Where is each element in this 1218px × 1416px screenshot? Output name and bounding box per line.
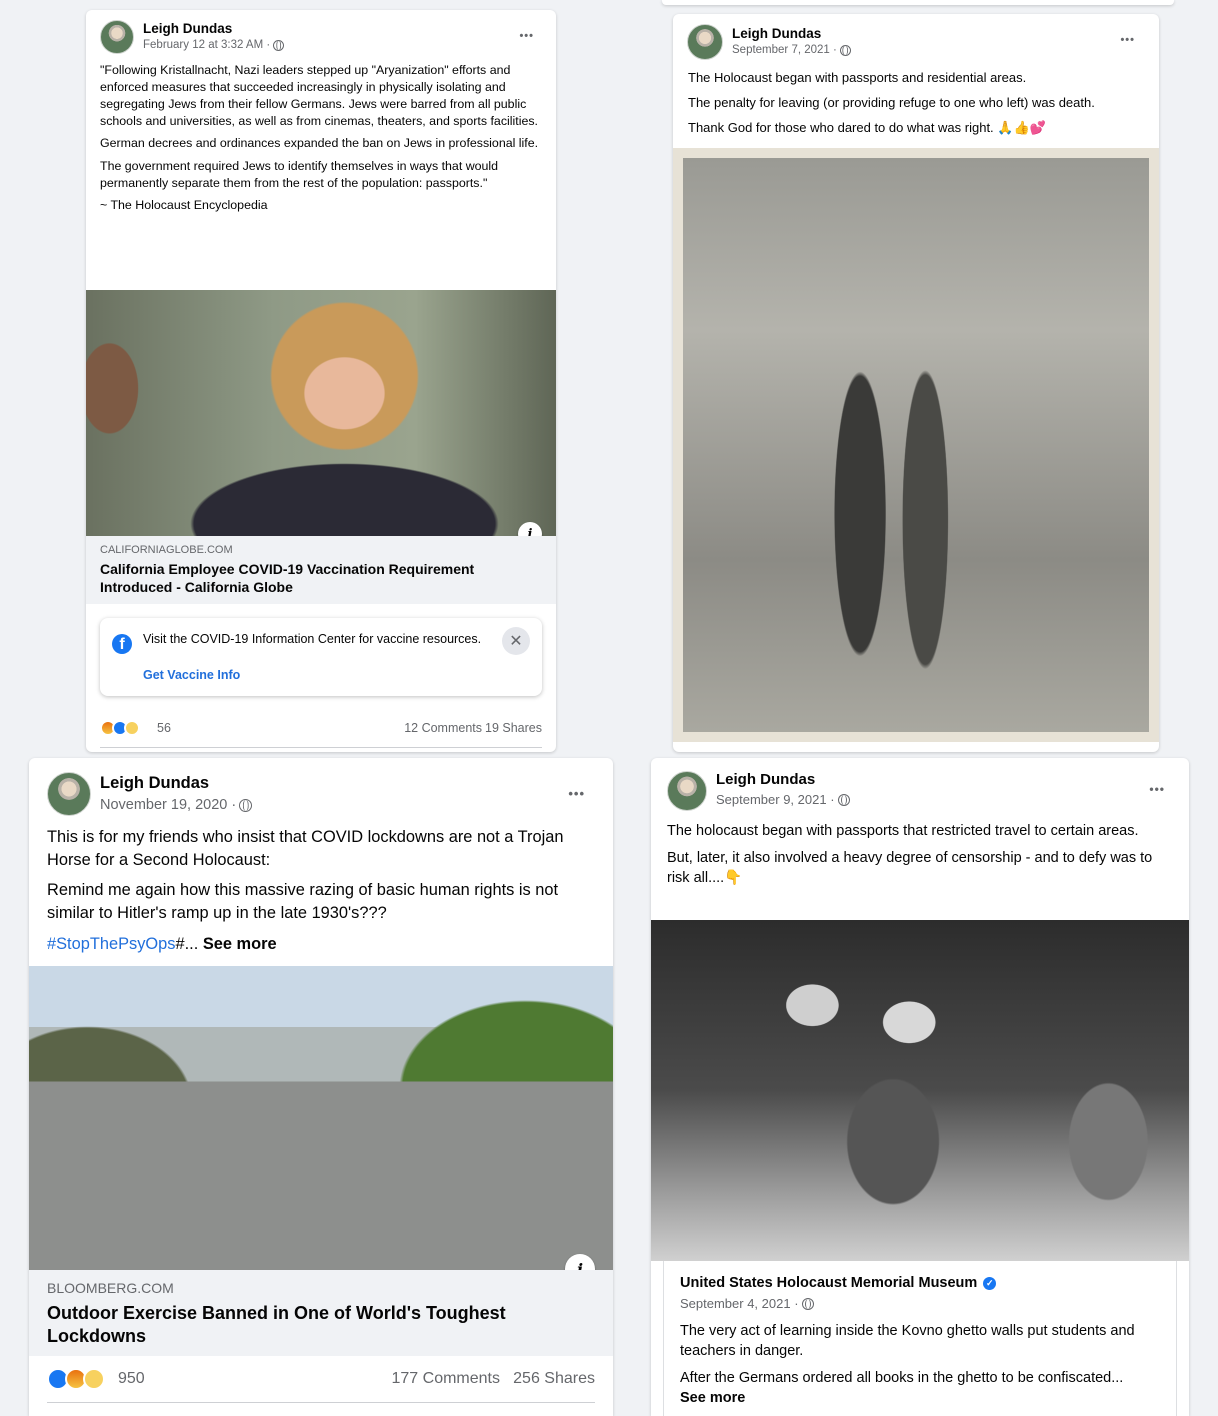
author-avatar[interactable] xyxy=(100,20,134,54)
facebook-logo-icon: f xyxy=(112,634,132,654)
hashtag-tail: #... xyxy=(175,934,199,953)
post-header: Leigh Dundas September 9, 2021 · ••• xyxy=(651,758,1189,811)
link-preview[interactable]: CALIFORNIAGLOBE.COM California Employee … xyxy=(86,536,556,604)
globe-icon xyxy=(273,39,285,51)
more-options-icon[interactable]: ••• xyxy=(1149,782,1165,796)
shares-count[interactable]: 19 Shares xyxy=(485,721,542,735)
close-icon[interactable]: ✕ xyxy=(502,627,530,655)
shared-post-paragraph-line: After the Germans ordered all books in t… xyxy=(680,1368,1150,1408)
post-card-3: Leigh Dundas November 19, 2020 · ••• Thi… xyxy=(29,758,613,1416)
reactions-bar: 56 12 Comments 19 Shares xyxy=(100,718,542,738)
post-paragraph: ~ The Holocaust Encyclopedia xyxy=(100,197,268,212)
verified-badge-icon: ✓ xyxy=(983,1276,997,1290)
post-card-1: Leigh Dundas February 12 at 3:32 AM · ••… xyxy=(86,10,556,752)
post-text: "Following Kristallnacht, Nazi leaders s… xyxy=(86,54,556,214)
globe-icon xyxy=(839,44,851,56)
post-time[interactable]: November 19, 2020 · xyxy=(100,797,236,813)
post-header: Leigh Dundas September 7, 2021 · ••• xyxy=(673,14,1159,60)
post-time[interactable]: September 7, 2021 · xyxy=(732,44,837,56)
post-text: This is for my friends who insist that C… xyxy=(29,816,613,955)
shares-count[interactable]: 256 Shares xyxy=(513,1370,595,1388)
shared-post-time[interactable]: September 4, 2021 · xyxy=(680,1296,799,1311)
post-paragraph: The penalty for leaving (or providing re… xyxy=(688,94,1095,110)
post-time[interactable]: February 12 at 3:32 AM · xyxy=(143,39,270,51)
wow-reaction-icon[interactable] xyxy=(83,1368,105,1390)
post-paragraph: The Holocaust began with passports and r… xyxy=(688,70,1027,85)
globe-icon xyxy=(801,1297,814,1310)
post-paragraph: But, later, it also involved a heavy deg… xyxy=(667,850,1153,886)
author-name[interactable]: Leigh Dundas xyxy=(716,771,850,788)
shared-post-paragraph: After the Germans ordered all books in t… xyxy=(680,1370,1124,1386)
link-title: California Employee COVID-19 Vaccination… xyxy=(100,561,475,595)
vaccine-info-box: f Visit the COVID-19 Information Center … xyxy=(100,618,542,696)
shared-post[interactable]: United States Holocaust Memorial Museum … xyxy=(663,1261,1177,1416)
reactions-bar: 950 177 Comments 256 Shares xyxy=(47,1366,595,1390)
author-avatar[interactable] xyxy=(47,772,91,816)
link-domain: CALIFORNIAGLOBE.COM xyxy=(100,544,233,556)
author-name[interactable]: Leigh Dundas xyxy=(100,774,252,793)
globe-icon xyxy=(837,793,850,806)
sad-reaction-icon[interactable] xyxy=(124,720,140,736)
link-preview[interactable]: BLOOMBERG.COM Outdoor Exercise Banned in… xyxy=(29,1270,613,1356)
reaction-count[interactable]: 950 xyxy=(118,1370,145,1388)
see-more-link[interactable]: See more xyxy=(680,1390,745,1406)
post-time[interactable]: September 9, 2021 · xyxy=(716,792,835,807)
post-photo[interactable] xyxy=(673,148,1159,742)
post-paragraph: This is for my friends who insist that C… xyxy=(47,828,564,869)
shared-page-name[interactable]: United States Holocaust Memorial Museum xyxy=(680,1275,977,1291)
author-name[interactable]: Leigh Dundas xyxy=(732,26,851,41)
post-card-previous-edge xyxy=(662,0,1174,5)
author-avatar[interactable] xyxy=(687,24,723,60)
post-text: The Holocaust began with passports and r… xyxy=(673,60,1159,137)
hashtag-link[interactable]: #StopThePsyOps xyxy=(47,935,175,953)
more-options-icon[interactable]: ••• xyxy=(519,30,534,42)
reaction-count[interactable]: 56 xyxy=(157,721,171,735)
divider xyxy=(100,747,542,748)
divider xyxy=(47,1402,595,1403)
post-card-2: Leigh Dundas September 7, 2021 · ••• The… xyxy=(673,14,1159,752)
comments-count[interactable]: 177 Comments xyxy=(392,1370,501,1388)
post-paragraph: German decrees and ordinances expanded t… xyxy=(100,136,539,151)
comments-count[interactable]: 12 Comments xyxy=(404,721,482,735)
post-paragraph: Thank God for those who dared to do what… xyxy=(688,119,1046,135)
shared-post-paragraph: The very act of learning inside the Kovn… xyxy=(680,1323,1135,1359)
post-header: Leigh Dundas February 12 at 3:32 AM · ••… xyxy=(86,10,556,54)
post-card-4: Leigh Dundas September 9, 2021 · ••• The… xyxy=(651,758,1189,1416)
link-domain: BLOOMBERG.COM xyxy=(47,1280,174,1296)
link-preview-image[interactable] xyxy=(29,966,613,1270)
post-paragraph: Remind me again how this massive razing … xyxy=(47,881,559,922)
author-name[interactable]: Leigh Dundas xyxy=(143,21,284,36)
link-preview-image[interactable] xyxy=(86,290,556,536)
more-options-icon[interactable]: ••• xyxy=(1120,34,1135,46)
globe-icon xyxy=(239,798,253,812)
author-avatar[interactable] xyxy=(667,771,707,811)
post-photo[interactable] xyxy=(651,920,1189,1261)
shared-post-text: The very act of learning inside the Kovn… xyxy=(680,1321,1160,1408)
more-options-icon[interactable]: ••• xyxy=(568,786,585,801)
link-title: Outdoor Exercise Banned in One of World'… xyxy=(47,1303,506,1346)
post-text: The holocaust began with passports that … xyxy=(651,811,1189,888)
post-paragraph: The holocaust began with passports that … xyxy=(667,823,1139,839)
get-vaccine-info-link[interactable]: Get Vaccine Info xyxy=(143,668,240,682)
see-more-link[interactable]: See more xyxy=(203,935,277,953)
post-paragraph: "Following Kristallnacht, Nazi leaders s… xyxy=(100,63,538,129)
post-header: Leigh Dundas November 19, 2020 · ••• xyxy=(29,758,613,816)
post-paragraph: The government required Jews to identify… xyxy=(100,158,499,190)
post-hashtag-line: #StopThePsyOps#... See more xyxy=(47,933,595,956)
vaccine-info-text: Visit the COVID-19 Information Center fo… xyxy=(143,632,482,646)
